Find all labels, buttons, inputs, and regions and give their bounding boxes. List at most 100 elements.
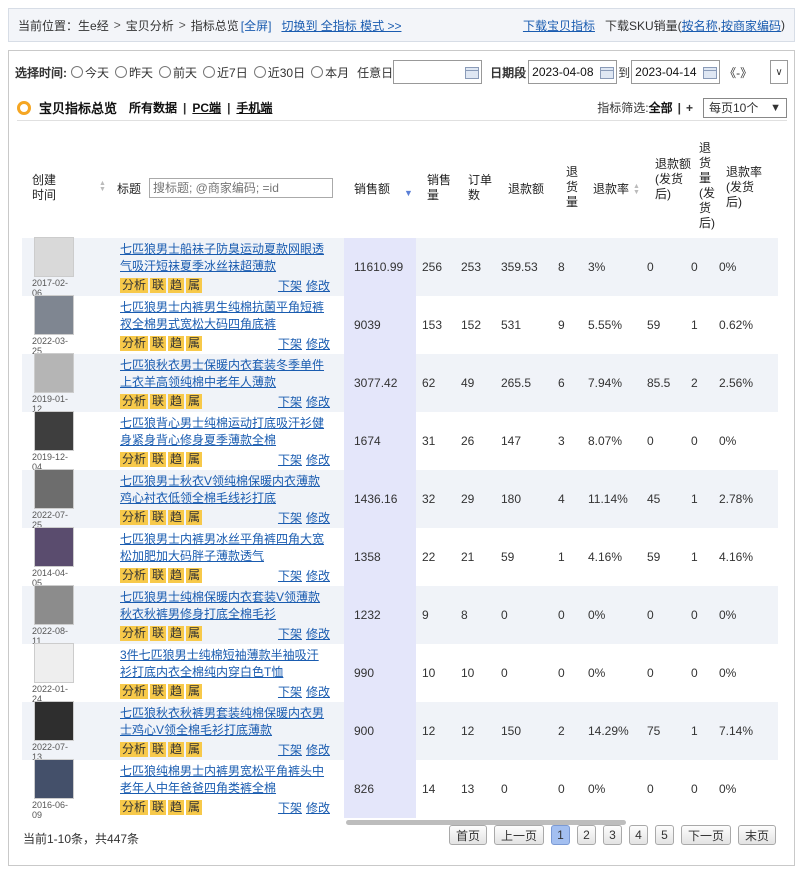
- breadcrumb-item-product-analysis[interactable]: 宝贝分析: [126, 17, 174, 34]
- calendar-icon[interactable]: [703, 67, 718, 79]
- attribute-button[interactable]: 属: [186, 741, 203, 757]
- metric-filter-value[interactable]: 全部: [649, 99, 673, 116]
- analyze-button[interactable]: 分析: [120, 393, 149, 409]
- product-thumbnail[interactable]: 2022-07-13: [32, 700, 76, 762]
- link-button[interactable]: 联: [150, 277, 167, 293]
- date-nav[interactable]: 《-》: [724, 64, 752, 81]
- product-image[interactable]: [34, 642, 74, 683]
- offshelf-link[interactable]: 下架: [278, 511, 302, 525]
- chevron-down-icon[interactable]: ∨: [770, 60, 788, 84]
- header-return-qty[interactable]: 退货量: [566, 165, 580, 210]
- trend-button[interactable]: 趋: [168, 451, 185, 467]
- product-image[interactable]: [34, 758, 74, 799]
- product-image[interactable]: [34, 468, 74, 509]
- trend-button[interactable]: 趋: [168, 393, 185, 409]
- product-title-link[interactable]: 七匹狼男士秋衣V领纯棉保暖内衣薄款鸡心衬衣低领全棉毛线衫打底: [120, 473, 330, 507]
- link-button[interactable]: 联: [150, 393, 167, 409]
- product-thumbnail[interactable]: 2017-02-06: [32, 236, 76, 298]
- any-day-input[interactable]: [393, 60, 483, 84]
- header-sales[interactable]: 销售额 ▼: [354, 182, 413, 197]
- attribute-button[interactable]: 属: [186, 799, 203, 815]
- fullscreen-link[interactable]: [全屏]: [241, 17, 272, 34]
- edit-link[interactable]: 修改: [306, 279, 330, 293]
- attribute-button[interactable]: 属: [186, 277, 203, 293]
- header-qty[interactable]: 销售量: [427, 173, 453, 203]
- header-created-time[interactable]: 创建时间: [32, 173, 76, 203]
- first-page-button[interactable]: 首页: [448, 825, 487, 845]
- product-image[interactable]: [34, 700, 74, 741]
- last-page-button[interactable]: 末页: [737, 825, 776, 845]
- edit-link[interactable]: 修改: [306, 627, 330, 641]
- product-title-link[interactable]: 七匹狼男士内裤男冰丝平角裤四角大宽松加肥加大码胖子薄款透气: [120, 531, 330, 565]
- start-date-input[interactable]: 2023-04-08: [528, 60, 618, 84]
- product-image[interactable]: [34, 352, 74, 393]
- analyze-button[interactable]: 分析: [120, 625, 149, 641]
- header-refund-rate[interactable]: 退款率 ▲ ▼: [593, 182, 640, 197]
- radio-yesterday[interactable]: 昨天: [115, 64, 153, 81]
- edit-link[interactable]: 修改: [306, 685, 330, 699]
- tab-mobile[interactable]: 手机端: [236, 99, 272, 116]
- trend-button[interactable]: 趋: [168, 509, 185, 525]
- trend-button[interactable]: 趋: [168, 567, 185, 583]
- offshelf-link[interactable]: 下架: [278, 627, 302, 641]
- link-button[interactable]: 联: [150, 509, 167, 525]
- radio-today[interactable]: 今天: [71, 64, 109, 81]
- header-refund-amount-shipped[interactable]: 退款额(发货后): [655, 157, 693, 202]
- link-button[interactable]: 联: [150, 335, 167, 351]
- sort-desc-icon[interactable]: ▼: [404, 188, 413, 197]
- product-title-link[interactable]: 七匹狼男士船袜子防臭运动夏款网眼透气吸汗短袜夏季冰丝袜超薄款: [120, 241, 330, 275]
- trend-button[interactable]: 趋: [168, 799, 185, 815]
- sort-icon[interactable]: ▲ ▼: [99, 180, 106, 193]
- page-2-button[interactable]: 2: [576, 825, 596, 845]
- product-title-link[interactable]: 七匹狼男士内裤男生纯棉抗菌平角短裤衩全棉男式宽松大码四角底裤: [120, 299, 330, 333]
- calendar-icon[interactable]: [465, 67, 480, 79]
- offshelf-link[interactable]: 下架: [278, 279, 302, 293]
- header-refund-amount[interactable]: 退款额: [508, 182, 544, 197]
- edit-link[interactable]: 修改: [306, 511, 330, 525]
- radio-day-before[interactable]: 前天: [159, 64, 197, 81]
- radio-this-month[interactable]: 本月: [311, 64, 349, 81]
- header-refund-rate-shipped[interactable]: 退款率(发货后): [726, 165, 768, 210]
- sort-icon[interactable]: ▲ ▼: [633, 183, 640, 196]
- attribute-button[interactable]: 属: [186, 451, 203, 467]
- product-image[interactable]: [34, 410, 74, 451]
- link-button[interactable]: 联: [150, 741, 167, 757]
- edit-link[interactable]: 修改: [306, 453, 330, 467]
- trend-button[interactable]: 趋: [168, 335, 185, 351]
- radio-last-7-days[interactable]: 近7日: [203, 64, 248, 81]
- trend-button[interactable]: 趋: [168, 683, 185, 699]
- attribute-button[interactable]: 属: [186, 567, 203, 583]
- offshelf-link[interactable]: 下架: [278, 453, 302, 467]
- analyze-button[interactable]: 分析: [120, 277, 149, 293]
- tab-pc[interactable]: PC端: [192, 99, 221, 116]
- offshelf-link[interactable]: 下架: [278, 743, 302, 757]
- page-3-button[interactable]: 3: [602, 825, 622, 845]
- header-orders[interactable]: 订单数: [468, 173, 494, 203]
- switch-mode-link[interactable]: 切换到 全指标 模式 >>: [281, 17, 401, 34]
- download-product-metrics-link[interactable]: 下载宝贝指标: [523, 17, 595, 34]
- page-4-button[interactable]: 4: [628, 825, 648, 845]
- edit-link[interactable]: 修改: [306, 337, 330, 351]
- title-search-input[interactable]: [149, 178, 333, 198]
- analyze-button[interactable]: 分析: [120, 567, 149, 583]
- product-thumbnail[interactable]: 2022-08-11: [32, 584, 76, 646]
- offshelf-link[interactable]: 下架: [278, 569, 302, 583]
- trend-button[interactable]: 趋: [168, 741, 185, 757]
- header-return-qty-shipped[interactable]: 退货量(发货后): [699, 141, 715, 231]
- page-5-button[interactable]: 5: [654, 825, 674, 845]
- edit-link[interactable]: 修改: [306, 395, 330, 409]
- product-thumbnail[interactable]: 2022-03-25: [32, 294, 76, 356]
- product-image[interactable]: [34, 526, 74, 567]
- attribute-button[interactable]: 属: [186, 393, 203, 409]
- offshelf-link[interactable]: 下架: [278, 685, 302, 699]
- product-thumbnail[interactable]: 2014-04-05: [32, 526, 76, 588]
- offshelf-link[interactable]: 下架: [278, 395, 302, 409]
- tab-all-data[interactable]: 所有数据: [129, 99, 177, 116]
- analyze-button[interactable]: 分析: [120, 509, 149, 525]
- product-thumbnail[interactable]: 2022-07-25: [32, 468, 76, 530]
- link-button[interactable]: 联: [150, 451, 167, 467]
- breadcrumb-item-shengejing[interactable]: 生e经: [78, 17, 109, 34]
- analyze-button[interactable]: 分析: [120, 741, 149, 757]
- attribute-button[interactable]: 属: [186, 683, 203, 699]
- product-title-link[interactable]: 七匹狼秋衣男士保暖内衣套装冬季单件上衣羊高领纯棉中老年人薄款: [120, 357, 330, 391]
